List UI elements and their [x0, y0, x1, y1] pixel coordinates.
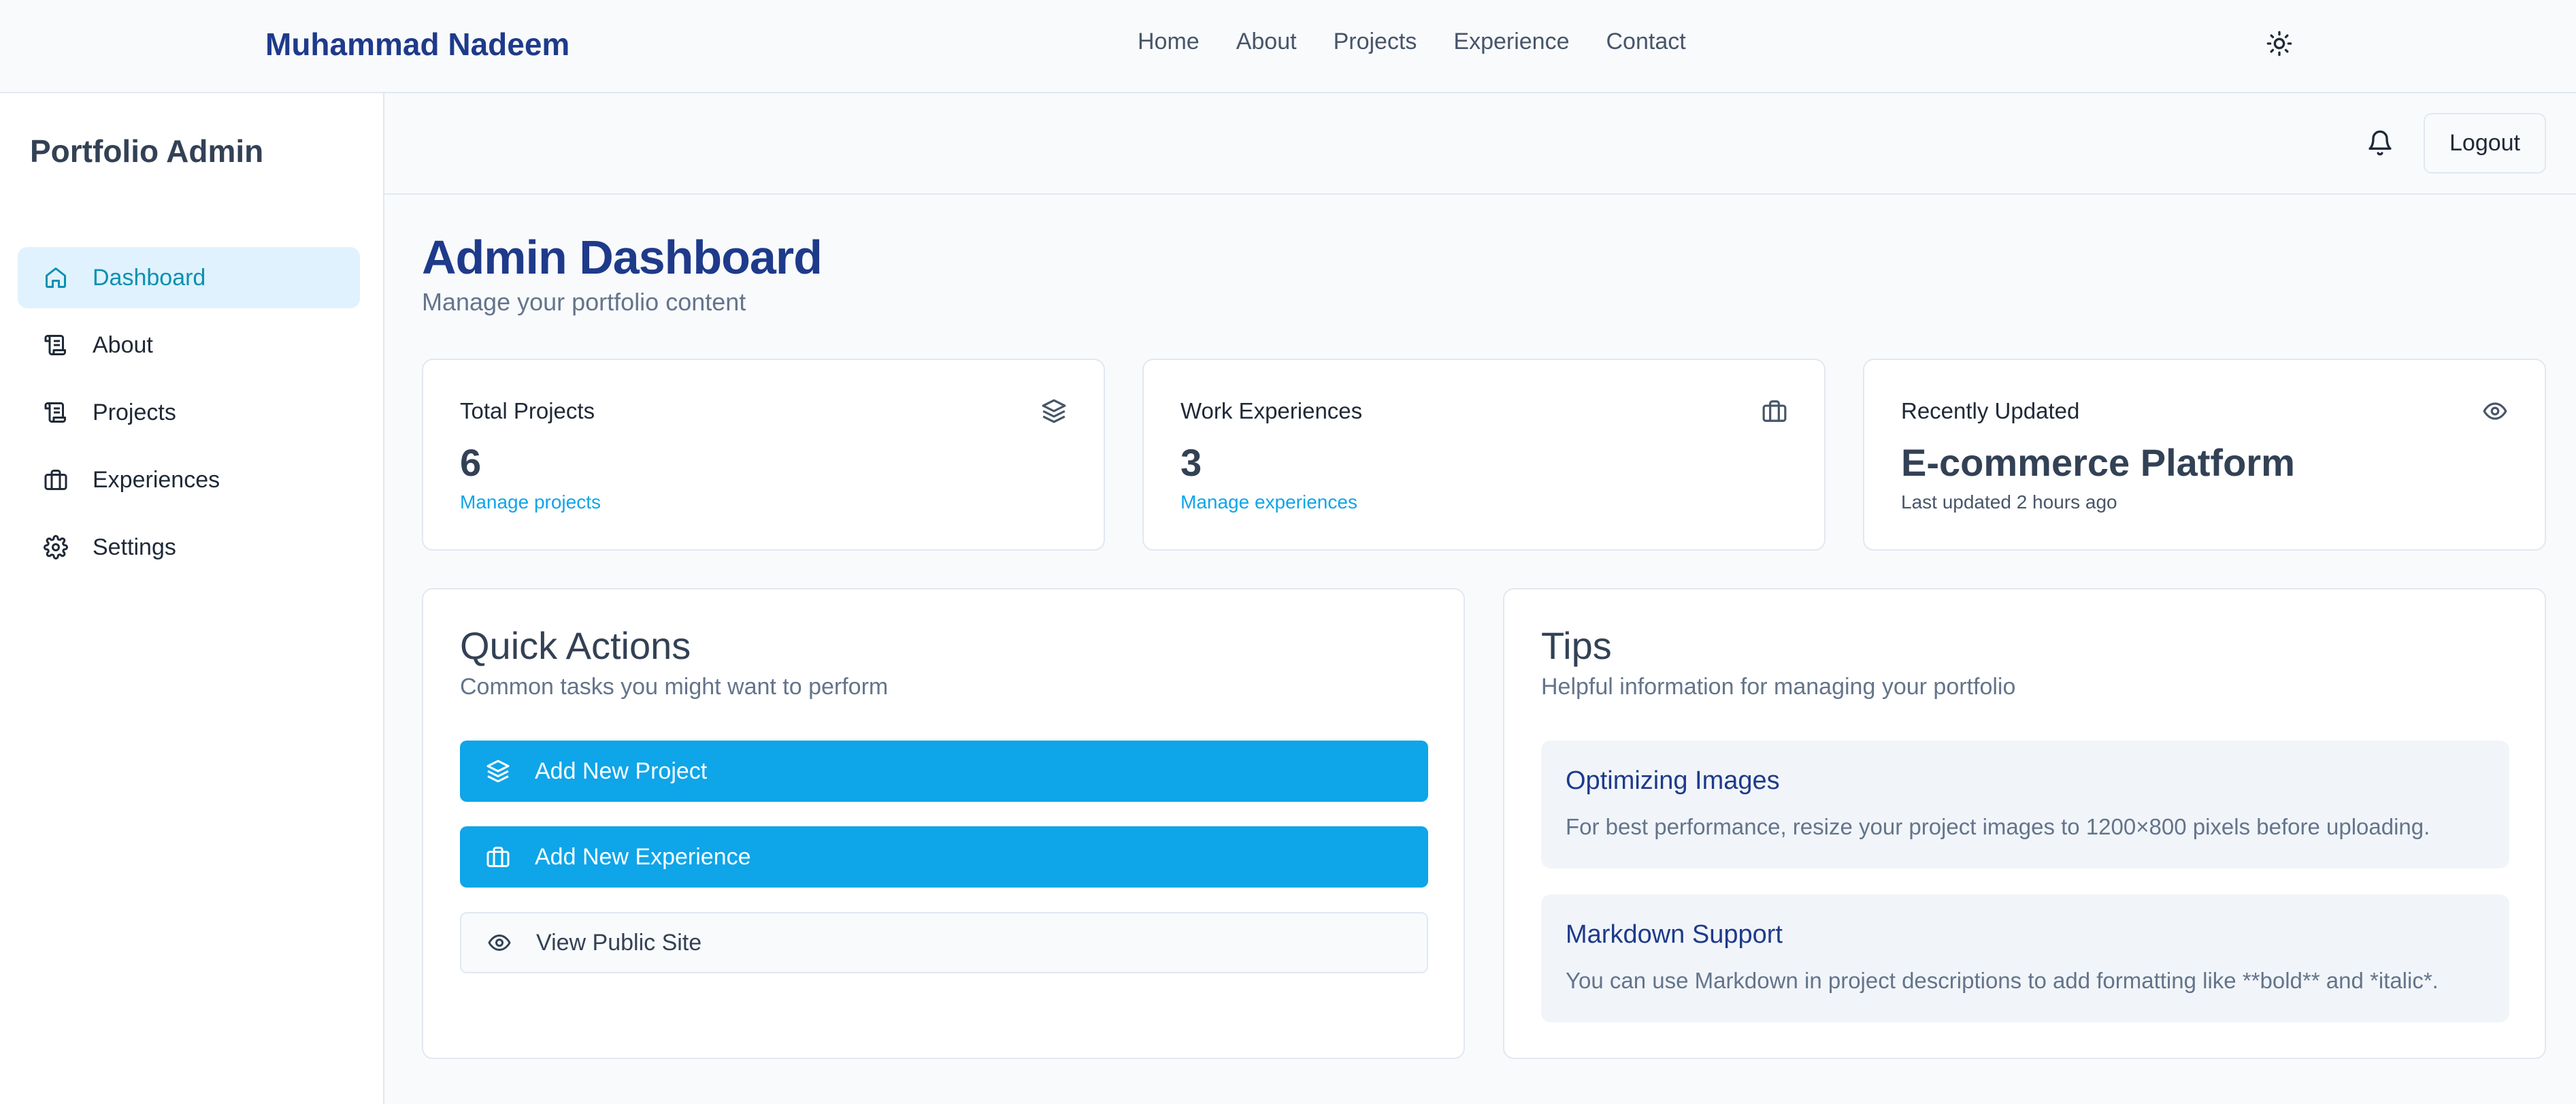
- nav-links: Home About Projects Experience Contact: [1138, 29, 1686, 55]
- add-new-project-button[interactable]: Add New Project: [460, 741, 1428, 802]
- button-label: Add New Project: [535, 758, 708, 784]
- layers-icon: [1041, 398, 1067, 424]
- admin-header: [384, 93, 2576, 195]
- stat-label: Total Projects: [460, 398, 595, 423]
- nav-link-experience[interactable]: Experience: [1453, 29, 1569, 55]
- eye-icon: [486, 929, 513, 956]
- page-subtitle: Manage your portfolio content: [422, 288, 746, 316]
- manage-projects-link[interactable]: Manage projects: [460, 491, 601, 513]
- sidebar-item-label: Projects: [93, 399, 176, 425]
- stat-value: E-commerce Platform: [1901, 441, 2295, 484]
- quick-actions-card: Quick Actions Common tasks you might wan…: [422, 588, 1465, 1059]
- button-label: Add New Experience: [535, 843, 751, 870]
- sidebar-title: Portfolio Admin: [30, 133, 264, 169]
- stat-card-work-experiences: Work Experiences 3 Manage experiences: [1142, 359, 1826, 551]
- tip-text: For best performance, resize your projec…: [1566, 814, 2430, 839]
- sidebar-item-about[interactable]: About: [18, 314, 360, 376]
- sidebar: Portfolio Admin Dashboard About Projects…: [0, 93, 384, 1104]
- stat-card-recently-updated: Recently Updated E-commerce Platform Las…: [1863, 359, 2546, 551]
- sidebar-item-projects[interactable]: Projects: [18, 382, 360, 443]
- bell-icon[interactable]: [2366, 128, 2394, 158]
- brand-name[interactable]: Muhammad Nadeem: [265, 26, 569, 63]
- stat-value: 6: [460, 441, 482, 484]
- sidebar-item-label: Dashboard: [93, 264, 206, 291]
- sidebar-item-dashboard[interactable]: Dashboard: [18, 247, 360, 308]
- tips-subtitle: Helpful information for managing your po…: [1541, 674, 2016, 700]
- tip-title: Optimizing Images: [1566, 766, 1780, 795]
- button-label: View Public Site: [536, 929, 702, 956]
- eye-icon: [2482, 398, 2508, 424]
- tips-title: Tips: [1541, 624, 1612, 667]
- tip-markdown-support: Markdown Support You can use Markdown in…: [1541, 894, 2509, 1022]
- logout-button[interactable]: Logout: [2424, 113, 2546, 174]
- nav-link-contact[interactable]: Contact: [1606, 29, 1686, 55]
- add-new-experience-button[interactable]: Add New Experience: [460, 826, 1428, 888]
- briefcase-icon: [484, 843, 512, 871]
- scroll-icon: [42, 399, 69, 426]
- home-icon: [42, 264, 69, 291]
- nav-link-home[interactable]: Home: [1138, 29, 1200, 55]
- sidebar-item-label: Experiences: [93, 466, 220, 493]
- sidebar-item-experiences[interactable]: Experiences: [18, 449, 360, 510]
- view-public-site-button[interactable]: View Public Site: [460, 912, 1428, 973]
- nav-link-about[interactable]: About: [1236, 29, 1297, 55]
- nav-link-projects[interactable]: Projects: [1334, 29, 1417, 55]
- last-updated-note: Last updated 2 hours ago: [1901, 491, 2117, 513]
- quick-actions-title: Quick Actions: [460, 624, 691, 667]
- stat-card-total-projects: Total Projects 6 Manage projects: [422, 359, 1105, 551]
- tip-title: Markdown Support: [1566, 920, 1783, 949]
- top-navbar: Muhammad Nadeem Home About Projects Expe…: [0, 0, 2576, 93]
- page-title: Admin Dashboard: [422, 231, 823, 284]
- tip-text: You can use Markdown in project descript…: [1566, 968, 2439, 993]
- stat-value: 3: [1180, 441, 1202, 484]
- quick-actions-subtitle: Common tasks you might want to perform: [460, 674, 889, 700]
- sidebar-item-settings[interactable]: Settings: [18, 517, 360, 578]
- sidebar-item-label: About: [93, 331, 153, 358]
- briefcase-icon: [42, 466, 69, 493]
- tips-card: Tips Helpful information for managing yo…: [1503, 588, 2546, 1059]
- gear-icon: [42, 534, 69, 561]
- stat-label: Work Experiences: [1180, 398, 1363, 423]
- briefcase-icon: [1762, 398, 1787, 424]
- tip-optimizing-images: Optimizing Images For best performance, …: [1541, 741, 2509, 868]
- sidebar-item-label: Settings: [93, 534, 176, 560]
- sun-icon[interactable]: [2266, 30, 2293, 57]
- layers-icon: [484, 758, 512, 785]
- manage-experiences-link[interactable]: Manage experiences: [1180, 491, 1357, 513]
- stat-label: Recently Updated: [1901, 398, 2080, 423]
- scroll-icon: [42, 331, 69, 359]
